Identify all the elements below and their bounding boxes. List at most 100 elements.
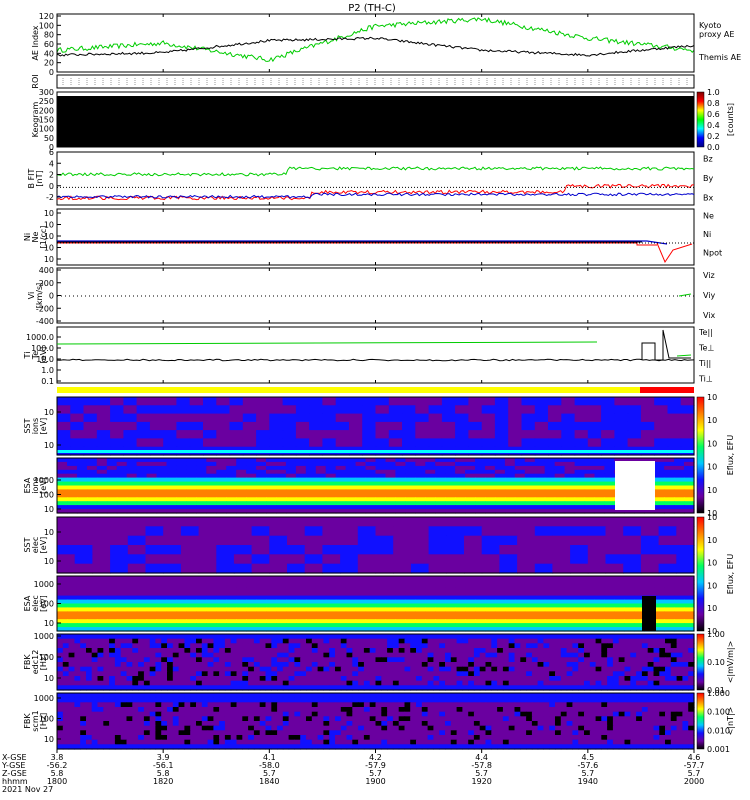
fbk-b-cell xyxy=(584,721,591,727)
fbk-e-cell xyxy=(589,643,597,649)
fbk-b-cell xyxy=(224,693,232,699)
esa-ions-cell xyxy=(186,473,197,479)
fbk-e-cell xyxy=(508,671,516,677)
esa-ions-cell xyxy=(684,477,695,483)
fbk-e-cell xyxy=(636,652,643,658)
esa-ions-cell xyxy=(266,477,277,483)
esa-elec-cell xyxy=(534,611,546,616)
fbk-b-cell xyxy=(555,716,562,722)
esa-elec-cell xyxy=(206,599,217,605)
esa-elec-cell xyxy=(246,583,257,589)
fbk-b-cell xyxy=(172,693,180,699)
legend-entry: Bx xyxy=(703,193,713,202)
esa-elec-cell xyxy=(504,576,516,581)
esa-elec-cell xyxy=(246,615,257,620)
esa-elec-cell xyxy=(345,579,357,585)
fbk-e-cell xyxy=(109,643,116,649)
fbk-e-cell xyxy=(433,657,440,663)
fbk-e-cell xyxy=(143,671,151,677)
esa-ions-cell xyxy=(236,461,247,467)
esa-elec-cell xyxy=(594,576,606,581)
fbk-b-cell xyxy=(219,697,226,703)
fbk-e-cell xyxy=(265,676,272,682)
fbk-e-cell xyxy=(271,666,278,672)
esa-elec-cell xyxy=(156,623,168,628)
fbk-e-cell xyxy=(537,662,544,668)
esa-elec-cell xyxy=(67,623,78,628)
fbk-e-cell xyxy=(450,643,458,649)
fbk-b-cell xyxy=(184,716,191,722)
sst-ions-cell xyxy=(163,438,178,448)
sst-ions-cell xyxy=(295,421,310,431)
fbk-e-cell xyxy=(68,643,75,649)
esa-ions-cell xyxy=(465,497,476,502)
esa-elec-cell xyxy=(624,619,635,624)
sst-ions-cell xyxy=(494,421,509,431)
fbk-e-cell xyxy=(340,643,348,649)
esa-elec-cell xyxy=(475,587,486,593)
esa-ions-cell xyxy=(86,458,98,463)
sst-ions-cell xyxy=(362,421,377,431)
sst-ions-cell xyxy=(335,421,350,431)
esa-ions-cell xyxy=(335,458,347,463)
sst-ions-cell xyxy=(534,421,549,431)
esa-elec-cell xyxy=(584,611,596,616)
sst-ions-cell xyxy=(309,421,323,431)
esa-elec-cell xyxy=(86,619,98,624)
fbk-b-cell xyxy=(601,725,608,731)
fbk-e-cell xyxy=(445,648,452,654)
fbk-e-cell xyxy=(132,657,139,663)
sst-elec-cell xyxy=(269,554,288,565)
fbk-e-cell xyxy=(584,676,591,682)
fbk-e-cell xyxy=(126,638,133,644)
fbk-b-cell xyxy=(62,730,70,736)
fbk-e-cell xyxy=(91,666,99,672)
fbk-e-cell xyxy=(103,638,110,644)
esa-elec-cell xyxy=(564,591,576,597)
fbk-b-cell xyxy=(126,730,133,736)
fbk-e-cell xyxy=(201,680,209,686)
esa-ions-cell xyxy=(455,485,466,490)
esa-elec-cell xyxy=(465,619,476,624)
esa-ions-cell xyxy=(57,485,68,490)
fbk-e-cell xyxy=(427,666,434,672)
fbk-b-cell xyxy=(381,702,388,708)
esa-ions-cell xyxy=(485,458,496,463)
fbk-b-cell xyxy=(624,697,631,703)
sst-ions-cell xyxy=(110,421,124,431)
fbk-e-cell xyxy=(265,657,272,663)
fbk-e-cell xyxy=(665,657,672,663)
esa-elec-cell xyxy=(475,576,486,581)
fbk-e-cell xyxy=(97,657,104,663)
fbk-e-cell xyxy=(491,634,498,640)
esa-ions-cell xyxy=(674,477,685,483)
sst-elec-cell xyxy=(233,563,253,574)
esa-ions-cell xyxy=(485,465,496,471)
sst-ions-cell xyxy=(441,438,456,448)
fbk-e-cell xyxy=(473,666,481,672)
sst-elec-cell xyxy=(658,545,677,555)
sst-ions-cell xyxy=(96,413,111,423)
esa-elec-cell xyxy=(604,623,615,628)
esa-elec-cell xyxy=(614,611,625,616)
fbk-b-cell xyxy=(190,730,197,736)
temperature-te-par xyxy=(56,358,695,362)
fbk-b-cell xyxy=(636,697,643,703)
fbk-e-cell xyxy=(555,634,562,640)
fbk-b-cell xyxy=(566,721,573,727)
fbk-e-cell xyxy=(172,638,180,644)
esa-elec-cell xyxy=(574,591,586,597)
fbk-e-cell xyxy=(462,648,469,654)
esa-elec-cell xyxy=(216,579,227,585)
fbk-e-cell xyxy=(433,634,440,640)
fbk-e-cell xyxy=(219,657,226,663)
fbk-b-cell xyxy=(433,730,440,736)
fbk-e-cell xyxy=(172,680,180,686)
esa-ions-cell xyxy=(136,458,148,463)
esa-elec-cell xyxy=(435,603,446,608)
fbk-b-cell xyxy=(62,693,70,699)
esa-ions-cell xyxy=(285,493,297,498)
legend-entry: By xyxy=(703,174,713,183)
esa-elec-cell xyxy=(514,591,526,597)
sst-ions-cell xyxy=(415,397,430,406)
